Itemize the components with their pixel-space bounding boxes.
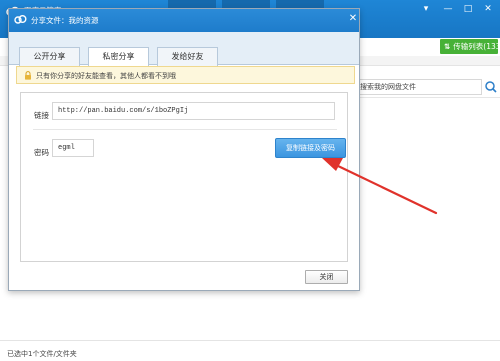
selection-status: 已选中1个文件/文件夹 (7, 350, 77, 358)
transfer-icon: ⇅ (444, 42, 451, 51)
lock-icon (25, 71, 31, 80)
close-button[interactable]: 关闭 (305, 270, 348, 284)
notice-text: 只有你分享的好友能查看，其他人都看不到哦 (36, 72, 176, 80)
link-label: 链接 (34, 111, 49, 120)
window-controls: ▾ — □ ✕ (366, 3, 496, 15)
dialog-title-bar[interactable]: 分享文件：我的资源 ✕ (9, 9, 359, 32)
search-input[interactable]: 搜索我的网盘文件 (357, 79, 482, 95)
password-field[interactable]: egml (52, 139, 94, 157)
divider (33, 129, 337, 130)
transfer-list-label: 传输列表(133) (453, 42, 500, 51)
status-bar: 已选中1个文件/文件夹 (0, 340, 500, 361)
share-tabs: 公开分享 私密分享 发给好友 (9, 32, 359, 67)
share-dialog: 分享文件：我的资源 ✕ 公开分享 私密分享 发给好友 只有你分享的好友能查看，其… (8, 8, 360, 291)
maximize-icon[interactable]: □ (458, 3, 478, 15)
menu-dropdown-icon[interactable]: ▾ (416, 3, 436, 15)
tab-public-share[interactable]: 公开分享 (19, 47, 80, 66)
file-list-header-line (357, 97, 500, 98)
copy-link-and-password-button[interactable]: 复制链接及密码 (275, 138, 346, 158)
cloud-logo-icon (14, 15, 27, 24)
password-value: egml (58, 144, 75, 152)
dialog-title: 分享文件：我的资源 (31, 16, 99, 25)
tab-private-share[interactable]: 私密分享 (88, 47, 149, 67)
search-placeholder: 搜索我的网盘文件 (360, 83, 416, 91)
password-label: 密码 (34, 148, 49, 157)
share-info-panel: 链接 http://pan.baidu.com/s/1boZPgIj 密码 eg… (20, 92, 348, 262)
search-icon[interactable] (483, 78, 499, 96)
transfer-list-button[interactable]: ⇅ 传输列表(133) (440, 39, 500, 54)
share-link-field[interactable]: http://pan.baidu.com/s/1boZPgIj (52, 102, 335, 120)
share-link-value: http://pan.baidu.com/s/1boZPgIj (58, 107, 189, 115)
close-window-icon[interactable]: ✕ (478, 3, 498, 15)
dialog-close-icon[interactable]: ✕ (347, 13, 359, 25)
tab-send-to-friends[interactable]: 发给好友 (157, 47, 218, 66)
privacy-notice: 只有你分享的好友能查看，其他人都看不到哦 (16, 66, 355, 84)
minimize-icon[interactable]: — (438, 3, 458, 15)
